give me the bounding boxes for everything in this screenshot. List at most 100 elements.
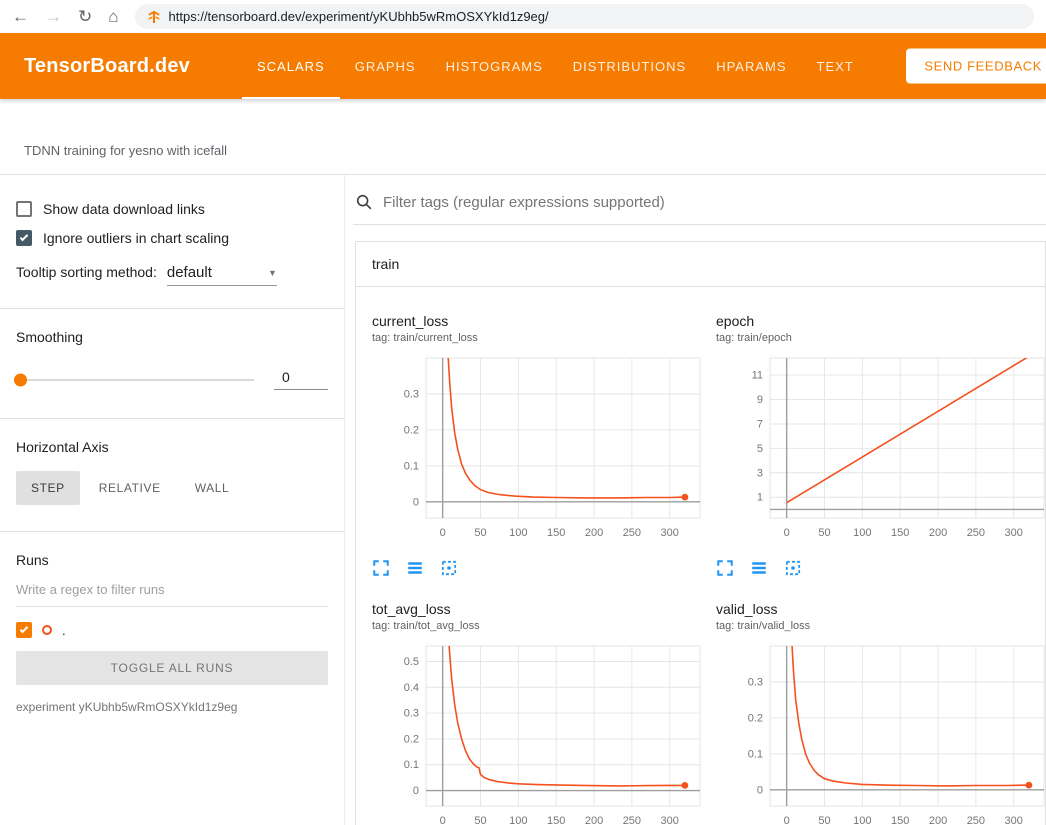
app-header: TensorBoard.dev SCALARS GRAPHS HISTOGRAM… bbox=[0, 33, 1046, 99]
brand-title: TensorBoard.dev bbox=[24, 55, 190, 78]
svg-text:0.3: 0.3 bbox=[748, 676, 763, 688]
send-feedback-button[interactable]: SEND FEEDBACK bbox=[906, 49, 1046, 84]
svg-text:0.1: 0.1 bbox=[404, 759, 419, 771]
chart-title: epoch bbox=[716, 313, 1046, 329]
svg-text:200: 200 bbox=[929, 527, 947, 539]
tab-text[interactable]: TEXT bbox=[802, 33, 869, 99]
chart-card-valid-loss: valid_loss tag: train/valid_loss 0501001… bbox=[716, 601, 1046, 825]
horizontal-axis-buttons: STEP RELATIVE WALL bbox=[16, 471, 328, 505]
tab-scalars[interactable]: SCALARS bbox=[242, 33, 340, 99]
chart-card-current-loss: current_loss tag: train/current_loss 050… bbox=[372, 313, 708, 577]
ignore-outliers-row[interactable]: Ignore outliers in chart scaling bbox=[16, 230, 328, 246]
check-icon bbox=[20, 233, 28, 241]
smoothing-slider-row: 0 bbox=[16, 369, 328, 396]
svg-text:0.2: 0.2 bbox=[404, 424, 419, 436]
chart-card-epoch: epoch tag: train/epoch 05010015020025030… bbox=[716, 313, 1046, 577]
slider-thumb[interactable] bbox=[14, 373, 27, 386]
svg-text:0: 0 bbox=[440, 815, 446, 825]
chart-tag: tag: train/tot_avg_loss bbox=[372, 620, 708, 632]
toggle-all-runs-button[interactable]: TOGGLE ALL RUNS bbox=[16, 651, 328, 685]
chart-toolbar bbox=[372, 559, 708, 577]
url-text: https://tensorboard.dev/experiment/yKUbh… bbox=[169, 9, 549, 24]
runs-section: Runs . TOGGLE ALL RUNS experiment yKUbhb… bbox=[0, 532, 344, 736]
fit-domain-icon[interactable] bbox=[440, 559, 458, 577]
run-row[interactable]: . bbox=[16, 622, 328, 638]
svg-text:250: 250 bbox=[967, 815, 985, 825]
fit-domain-icon[interactable] bbox=[784, 559, 802, 577]
reload-icon[interactable]: ↻ bbox=[78, 8, 92, 25]
svg-text:50: 50 bbox=[818, 527, 830, 539]
svg-text:5: 5 bbox=[757, 443, 763, 455]
experiment-title: TDNN training for yesno with icefall bbox=[0, 99, 1046, 175]
show-download-links-checkbox[interactable] bbox=[16, 201, 32, 217]
chart-tag: tag: train/current_loss bbox=[372, 332, 708, 344]
runs-table-icon[interactable] bbox=[750, 559, 768, 577]
content: Show data download links Ignore outliers… bbox=[0, 175, 1046, 825]
svg-text:300: 300 bbox=[1005, 527, 1023, 539]
forward-icon[interactable]: → bbox=[45, 8, 62, 25]
svg-text:300: 300 bbox=[661, 527, 679, 539]
svg-text:200: 200 bbox=[929, 815, 947, 825]
svg-text:250: 250 bbox=[623, 815, 641, 825]
run-color-swatch bbox=[42, 625, 52, 635]
show-download-links-row[interactable]: Show data download links bbox=[16, 201, 328, 217]
tab-histograms[interactable]: HISTOGRAMS bbox=[431, 33, 558, 99]
svg-text:50: 50 bbox=[818, 815, 830, 825]
svg-text:0.2: 0.2 bbox=[404, 733, 419, 745]
smoothing-value-input[interactable]: 0 bbox=[274, 369, 328, 390]
chart-title: valid_loss bbox=[716, 601, 1046, 617]
general-settings-section: Show data download links Ignore outliers… bbox=[0, 201, 344, 309]
check-icon bbox=[20, 625, 28, 633]
ignore-outliers-label: Ignore outliers in chart scaling bbox=[43, 230, 229, 246]
svg-text:0.2: 0.2 bbox=[748, 712, 763, 724]
svg-text:100: 100 bbox=[853, 815, 871, 825]
chart-tag: tag: train/epoch bbox=[716, 332, 1046, 344]
tab-hparams[interactable]: HPARAMS bbox=[701, 33, 801, 99]
svg-text:0: 0 bbox=[784, 527, 790, 539]
show-download-links-label: Show data download links bbox=[43, 201, 205, 217]
chart-tot-avg-loss[interactable]: 05010015020025030000.10.20.30.40.5 bbox=[372, 640, 708, 825]
svg-text:300: 300 bbox=[661, 815, 679, 825]
svg-text:0.3: 0.3 bbox=[404, 388, 419, 400]
runs-filter-input[interactable] bbox=[16, 568, 328, 607]
home-icon[interactable]: ⌂ bbox=[108, 8, 118, 25]
svg-text:100: 100 bbox=[509, 527, 527, 539]
runs-table-icon[interactable] bbox=[406, 559, 424, 577]
tensorboard-favicon bbox=[147, 10, 161, 24]
svg-text:50: 50 bbox=[474, 527, 486, 539]
svg-text:7: 7 bbox=[757, 418, 763, 430]
chart-epoch[interactable]: 0501001502002503001357911 bbox=[716, 352, 1046, 553]
horizontal-axis-section: Horizontal Axis STEP RELATIVE WALL bbox=[0, 419, 344, 532]
chart-tag: tag: train/valid_loss bbox=[716, 620, 1046, 632]
horizontal-axis-label: Horizontal Axis bbox=[16, 439, 328, 455]
svg-text:1: 1 bbox=[757, 492, 763, 504]
chart-valid-loss[interactable]: 05010015020025030000.10.20.3 bbox=[716, 640, 1046, 825]
charts-grid: current_loss tag: train/current_loss 050… bbox=[356, 287, 1045, 825]
svg-text:150: 150 bbox=[891, 815, 909, 825]
axis-wall-button[interactable]: WALL bbox=[180, 471, 245, 505]
smoothing-slider[interactable] bbox=[16, 379, 254, 381]
search-icon bbox=[355, 193, 373, 211]
svg-text:0.4: 0.4 bbox=[404, 682, 419, 694]
chart-card-tot-avg-loss: tot_avg_loss tag: train/tot_avg_loss 050… bbox=[372, 601, 708, 825]
ignore-outliers-checkbox[interactable] bbox=[16, 230, 32, 246]
chart-toolbar bbox=[716, 559, 1046, 577]
tab-graphs[interactable]: GRAPHS bbox=[340, 33, 431, 99]
chart-current-loss[interactable]: 05010015020025030000.10.20.3 bbox=[372, 352, 708, 553]
run-name: . bbox=[62, 623, 66, 638]
axis-relative-button[interactable]: RELATIVE bbox=[84, 471, 176, 505]
back-icon[interactable]: ← bbox=[12, 8, 29, 25]
svg-text:200: 200 bbox=[585, 815, 603, 825]
tab-distributions[interactable]: DISTRIBUTIONS bbox=[558, 33, 701, 99]
expand-chart-icon[interactable] bbox=[716, 559, 734, 577]
nav-tabs: SCALARS GRAPHS HISTOGRAMS DISTRIBUTIONS … bbox=[242, 33, 869, 99]
train-section-header[interactable]: train bbox=[356, 242, 1045, 287]
tag-filter-input[interactable] bbox=[383, 194, 1038, 211]
svg-text:0.1: 0.1 bbox=[748, 748, 763, 760]
address-bar[interactable]: https://tensorboard.dev/experiment/yKUbh… bbox=[135, 4, 1034, 29]
run-checkbox[interactable] bbox=[16, 622, 32, 638]
tooltip-sorting-select[interactable]: default ▼ bbox=[167, 264, 277, 286]
svg-text:300: 300 bbox=[1005, 815, 1023, 825]
expand-chart-icon[interactable] bbox=[372, 559, 390, 577]
axis-step-button[interactable]: STEP bbox=[16, 471, 80, 505]
